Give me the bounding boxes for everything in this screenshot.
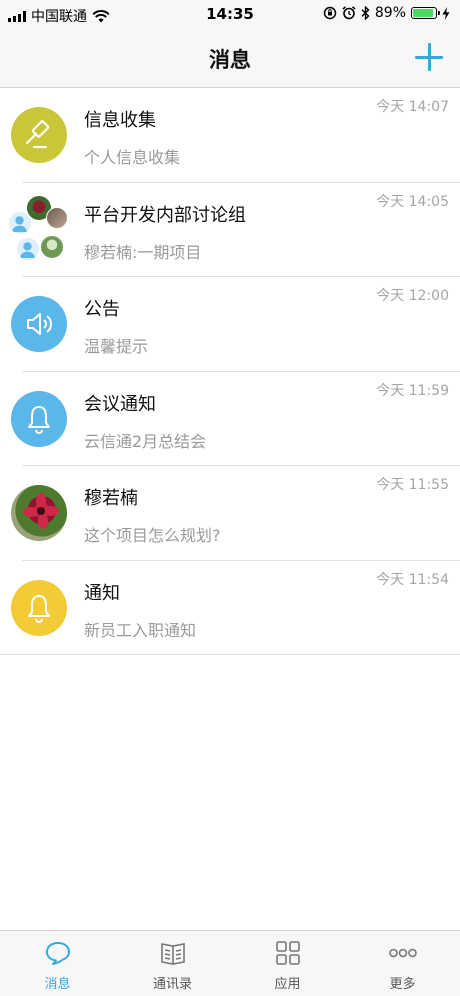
bluetooth-icon xyxy=(361,6,370,20)
tab-messages[interactable]: 消息 xyxy=(0,931,115,996)
message-time: 今天 11:55 xyxy=(376,477,449,493)
message-title: 穆若楠 xyxy=(84,488,138,509)
message-row-meeting-notice[interactable]: 会议通知 云信通2月总结会 今天 11:59 xyxy=(0,371,460,466)
message-preview: 这个项目怎么规划? xyxy=(84,526,221,545)
chat-bubble-icon xyxy=(45,942,70,965)
battery-percent: 89% xyxy=(374,5,406,21)
message-title: 公告 xyxy=(84,299,120,320)
group-avatar xyxy=(6,193,74,267)
status-right: 89% xyxy=(323,5,450,21)
more-dots-icon xyxy=(388,948,417,958)
message-time: 今天 12:00 xyxy=(376,288,449,304)
tab-bar: 消息 通讯录 应用 更多 xyxy=(0,930,460,996)
message-preview: 新员工入职通知 xyxy=(84,620,197,640)
rotation-lock-icon xyxy=(323,6,337,20)
gavel-icon xyxy=(11,107,67,163)
bell-icon xyxy=(11,579,67,636)
tab-label: 更多 xyxy=(389,977,416,992)
tab-label: 应用 xyxy=(274,977,301,992)
battery-icon xyxy=(411,7,440,19)
page-title: 消息 xyxy=(209,48,251,72)
message-time: 今天 14:05 xyxy=(376,193,449,210)
tab-more[interactable]: 更多 xyxy=(345,931,460,996)
message-time: 今天 14:07 xyxy=(376,99,449,115)
charging-bolt-icon xyxy=(442,6,450,20)
user-placeholder-icon xyxy=(8,210,32,235)
add-button[interactable] xyxy=(414,42,444,72)
speaker-icon xyxy=(11,296,67,352)
message-list: 信息收集 个人信息收集 今天 14:07 平台开发内部讨论组 穆若楠:一期项目 … xyxy=(0,88,460,655)
tab-label: 消息 xyxy=(44,977,71,992)
message-row-dev-group[interactable]: 平台开发内部讨论组 穆若楠:一期项目 今天 14:05 xyxy=(0,182,460,277)
nav-bar: 消息 xyxy=(0,30,460,88)
flower-photo xyxy=(11,485,67,541)
message-title: 会议通知 xyxy=(84,393,156,415)
tab-contacts[interactable]: 通讯录 xyxy=(115,931,230,996)
message-row-info-collection[interactable]: 信息收集 个人信息收集 今天 14:07 xyxy=(0,88,460,183)
status-bar: 中国联通 14:35 89% xyxy=(0,0,460,30)
message-time: 今天 11:59 xyxy=(376,382,449,399)
grid-icon xyxy=(275,941,300,965)
user-placeholder-icon xyxy=(16,236,40,261)
message-preview: 个人信息收集 xyxy=(84,148,181,167)
message-title: 通知 xyxy=(84,582,120,604)
alarm-icon xyxy=(342,6,356,20)
message-row-notification[interactable]: 通知 新员工入职通知 今天 11:54 xyxy=(0,560,460,655)
group-member-photo xyxy=(46,206,68,229)
bell-icon xyxy=(11,390,67,447)
message-row-contact[interactable]: 穆若楠 这个项目怎么规划? 今天 11:55 xyxy=(0,466,460,561)
message-preview: 温馨提示 xyxy=(84,337,149,356)
tab-label: 通讯录 xyxy=(152,977,192,992)
message-preview: 穆若楠:一期项目 xyxy=(84,242,202,262)
message-title: 平台开发内部讨论组 xyxy=(84,204,246,226)
address-book-icon xyxy=(160,943,185,965)
tab-apps[interactable]: 应用 xyxy=(230,931,345,996)
message-time: 今天 11:54 xyxy=(376,571,449,588)
group-member-photo xyxy=(40,234,64,259)
message-preview: 云信通2月总结会 xyxy=(84,431,207,451)
battery-fill xyxy=(413,9,433,17)
message-title: 信息收集 xyxy=(84,110,156,131)
message-row-announcement[interactable]: 公告 温馨提示 今天 12:00 xyxy=(0,277,460,372)
